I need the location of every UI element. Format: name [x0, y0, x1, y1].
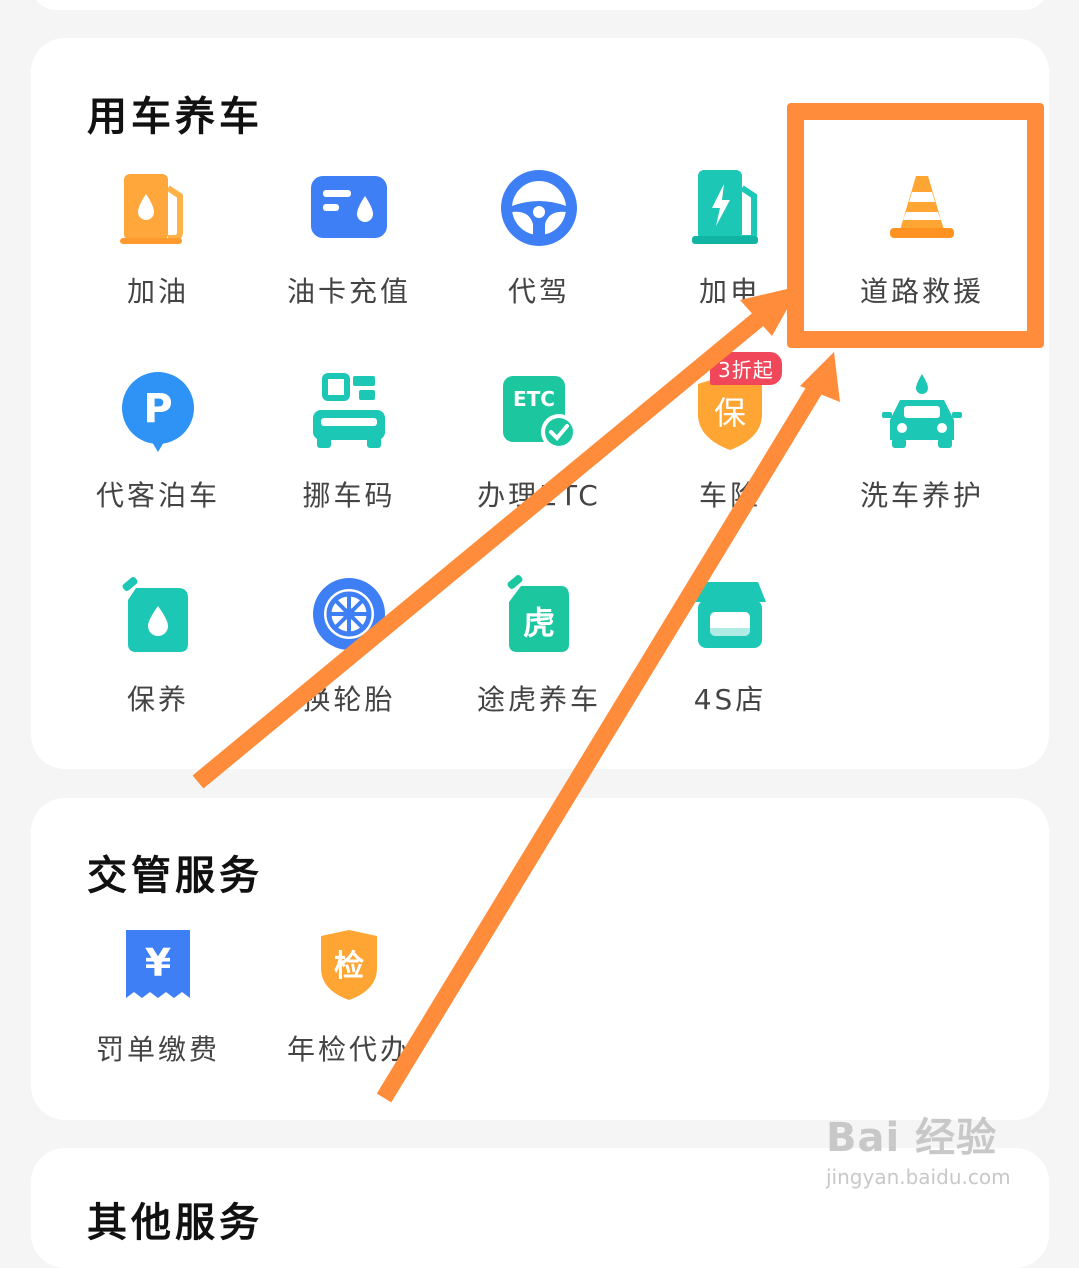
- service-car-insurance[interactable]: 保 3折起 车险: [640, 352, 820, 514]
- annual-inspection-icon: 检: [307, 924, 391, 1008]
- service-maintenance[interactable]: 保养: [68, 574, 248, 718]
- section-title-traffic-services: 交管服务: [87, 853, 263, 899]
- service-label: 年检代办: [286, 1033, 411, 1066]
- tuhu-text: 虎: [523, 604, 555, 642]
- service-label: 换轮胎: [302, 683, 396, 716]
- etc-text: ETC: [513, 387, 555, 411]
- fuel-card-icon: [307, 166, 391, 250]
- service-designated-driver[interactable]: 代驾: [449, 166, 629, 310]
- fuel-pump-icon: [116, 166, 200, 250]
- service-label: 代驾: [507, 275, 570, 308]
- service-tuhu[interactable]: 虎 途虎养车: [449, 574, 629, 718]
- service-4s-store[interactable]: 4S店: [640, 574, 820, 718]
- etc-icon: ETC: [497, 370, 581, 454]
- charging-station-icon: [688, 166, 772, 250]
- service-label: 代客泊车: [95, 479, 220, 512]
- service-label: 4S店: [693, 683, 767, 716]
- service-label: 办理ETC: [477, 479, 601, 512]
- service-label: 油卡充值: [286, 275, 411, 308]
- service-label: 车险: [698, 479, 761, 512]
- yuan-symbol: ¥: [145, 941, 171, 985]
- section-title-other-services: 其他服务: [87, 1200, 263, 1246]
- service-tire-change[interactable]: 换轮胎: [259, 574, 439, 718]
- discount-badge: 3折起: [710, 352, 782, 385]
- steering-wheel-icon: [497, 166, 581, 250]
- car-wash-icon: [880, 370, 964, 454]
- inspection-text: 检: [334, 949, 364, 984]
- insurance-shield-icon: 保 3折起: [688, 352, 782, 454]
- tuhu-icon: 虎: [497, 574, 581, 658]
- service-etc[interactable]: ETC 办理ETC: [449, 370, 629, 514]
- service-label: 加油: [126, 275, 189, 308]
- previous-section-card: [31, 0, 1049, 10]
- store-icon: [688, 574, 772, 658]
- service-label: 途虎养车: [476, 683, 601, 716]
- watermark-logo: Bai 经验: [826, 1115, 998, 1161]
- service-fine-payment[interactable]: ¥ 罚单缴费: [68, 924, 248, 1068]
- service-label: 洗车养护: [859, 479, 984, 512]
- oil-can-icon: [116, 574, 200, 658]
- watermark-url: jingyan.baidu.com: [826, 1165, 1011, 1189]
- tire-icon: [307, 574, 391, 658]
- service-car-wash[interactable]: 洗车养护: [832, 370, 1012, 514]
- fine-payment-icon: ¥: [116, 924, 200, 1008]
- service-fuel[interactable]: 加油: [68, 166, 248, 310]
- service-move-car-code[interactable]: 挪车码: [259, 370, 439, 514]
- insurance-text: 保: [714, 394, 746, 432]
- service-label: 挪车码: [302, 479, 396, 512]
- service-valet-parking[interactable]: P 代客泊车: [68, 370, 248, 514]
- service-label: 罚单缴费: [95, 1033, 220, 1066]
- baidu-watermark: Bai 经验 jingyan.baidu.com: [826, 1105, 1026, 1200]
- service-fuel-card-recharge[interactable]: 油卡充值: [259, 166, 439, 310]
- move-car-code-icon: [307, 370, 391, 454]
- service-annual-inspection[interactable]: 检 年检代办: [259, 924, 439, 1068]
- service-label: 保养: [126, 683, 189, 716]
- section-title-car-services: 用车养车: [87, 94, 263, 140]
- svg-text:P: P: [143, 386, 172, 432]
- parking-icon: P: [116, 370, 200, 454]
- highlight-box: [787, 103, 1044, 348]
